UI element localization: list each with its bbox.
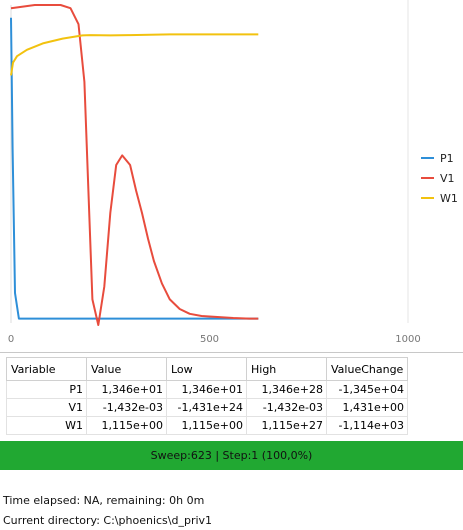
x-tick-label: 1000 [395,334,420,345]
cell-high: -1,432e-03 [246,398,327,417]
table-row[interactable]: W1 1,115e+00 1,115e+00 1,115e+27 -1,114e… [6,416,408,435]
time-elapsed-text: Time elapsed: NA, remaining: 0h 0m [3,494,205,507]
current-directory-text: Current directory: C:\phoenics\d_priv1 [3,514,213,527]
series-line-v1 [10,4,259,326]
cell-low: -1,431e+24 [166,398,247,417]
column-header-low[interactable]: Low [166,357,247,381]
cell-valuechange: 1,431e+00 [326,398,408,417]
legend-label-v1: V1 [440,172,455,185]
cell-variable: V1 [6,398,87,417]
cell-high: 1,346e+28 [246,380,327,399]
cell-low: 1,346e+01 [166,380,247,399]
variable-table: Variable Value Low High ValueChange P1 1… [6,357,408,435]
cell-low: 1,115e+00 [166,416,247,435]
status-text: Sweep:623 | Step:1 (100,0%) [150,449,313,462]
column-header-variable[interactable]: Variable [6,357,87,381]
x-tick-label: 500 [200,334,219,345]
cell-value: 1,346e+01 [86,380,167,399]
table-row[interactable]: V1 -1,432e-03 -1,431e+24 -1,432e-03 1,43… [6,398,408,417]
x-tick-label: 0 [8,334,14,345]
chart-canvas: 0 500 1000 P1 V1 W1 [8,0,458,345]
cell-high: 1,115e+27 [246,416,327,435]
cell-valuechange: -1,114e+03 [326,416,408,435]
cell-variable: P1 [6,380,87,399]
series-line-p1 [10,17,259,320]
column-header-valuechange[interactable]: ValueChange [326,357,408,381]
table-row[interactable]: P1 1,346e+01 1,346e+01 1,346e+28 -1,345e… [6,380,408,399]
table-header-row: Variable Value Low High ValueChange [6,357,408,381]
column-header-high[interactable]: High [246,357,327,381]
cell-value: 1,115e+00 [86,416,167,435]
cell-variable: W1 [6,416,87,435]
legend-label-w1: W1 [440,192,458,205]
column-header-value[interactable]: Value [86,357,167,381]
legend-label-p1: P1 [440,152,454,165]
convergence-plot: 0 500 1000 P1 V1 W1 [0,0,463,348]
cell-valuechange: -1,345e+04 [326,380,408,399]
series-line-w1 [10,33,259,76]
progress-status-bar: Sweep:623 | Step:1 (100,0%) [0,441,463,470]
cell-value: -1,432e-03 [86,398,167,417]
